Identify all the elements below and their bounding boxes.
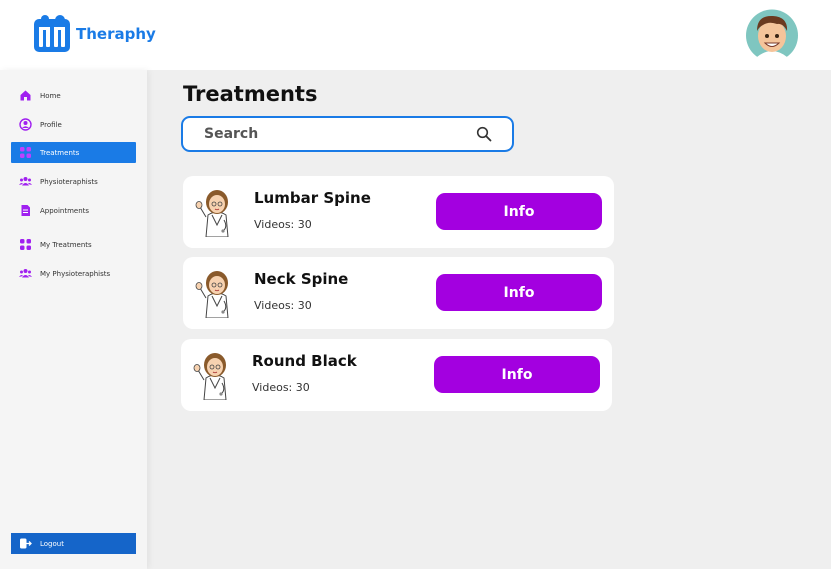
logout-label: Logout — [40, 539, 64, 548]
treatment-card: Neck Spine Videos: 30 Info — [183, 257, 614, 329]
sidebar-item-my-physioteraphists[interactable]: My Physioteraphists — [11, 263, 136, 284]
sidebar-item-my-treatments[interactable]: My Treatments — [11, 234, 136, 255]
video-count: Videos: 30 — [254, 299, 312, 312]
sidebar-item-label: Treatments — [40, 148, 80, 157]
users-icon — [19, 269, 32, 278]
physiotherapist-illustration — [193, 353, 227, 400]
info-button[interactable]: Info — [436, 274, 602, 311]
users-icon — [19, 177, 32, 186]
treatment-title: Lumbar Spine — [254, 189, 371, 207]
page-title: Treatments — [183, 82, 318, 106]
app-name: Theraphy — [76, 25, 156, 43]
sidebar-item-label: Physioteraphists — [40, 177, 98, 186]
logout-icon — [20, 538, 32, 549]
app-logo[interactable]: Theraphy — [33, 15, 156, 53]
search-bar — [181, 116, 514, 152]
sidebar-item-label: My Treatments — [40, 240, 92, 249]
logout-button[interactable]: Logout — [11, 533, 136, 554]
video-count: Videos: 30 — [252, 381, 310, 394]
info-button[interactable]: Info — [436, 193, 602, 230]
top-bar: Theraphy — [0, 0, 831, 70]
physiotherapist-illustration — [195, 190, 229, 237]
sidebar-item-label: Home — [40, 91, 61, 100]
grid-icon — [20, 239, 31, 250]
treatment-title: Round Black — [252, 352, 357, 370]
home-icon — [20, 90, 31, 101]
sidebar-item-appointments[interactable]: Appointments — [11, 200, 136, 221]
grid-icon — [20, 147, 31, 158]
treatment-card: Round Black Videos: 30 Info — [181, 339, 612, 411]
sidebar: Home Profile Treatments Physioteraphists — [0, 70, 147, 569]
logo-icon — [34, 15, 70, 52]
video-count: Videos: 30 — [254, 218, 312, 231]
physiotherapist-illustration — [195, 271, 229, 318]
sidebar-item-label: My Physioteraphists — [40, 269, 111, 278]
search-input[interactable] — [204, 126, 454, 142]
sidebar-item-home[interactable]: Home — [11, 85, 136, 106]
sidebar-item-label: Profile — [40, 120, 62, 129]
info-button[interactable]: Info — [434, 356, 600, 393]
search-icon[interactable] — [476, 126, 492, 142]
sidebar-item-profile[interactable]: Profile — [11, 114, 136, 135]
document-icon — [21, 205, 30, 216]
treatment-card: Lumbar Spine Videos: 30 Info — [183, 176, 614, 248]
treatment-title: Neck Spine — [254, 270, 349, 288]
user-avatar[interactable] — [743, 9, 801, 62]
sidebar-item-label: Appointments — [40, 206, 90, 215]
user-circle-icon — [19, 118, 32, 131]
sidebar-item-physioteraphists[interactable]: Physioteraphists — [11, 171, 136, 192]
sidebar-item-treatments[interactable]: Treatments — [11, 142, 136, 163]
